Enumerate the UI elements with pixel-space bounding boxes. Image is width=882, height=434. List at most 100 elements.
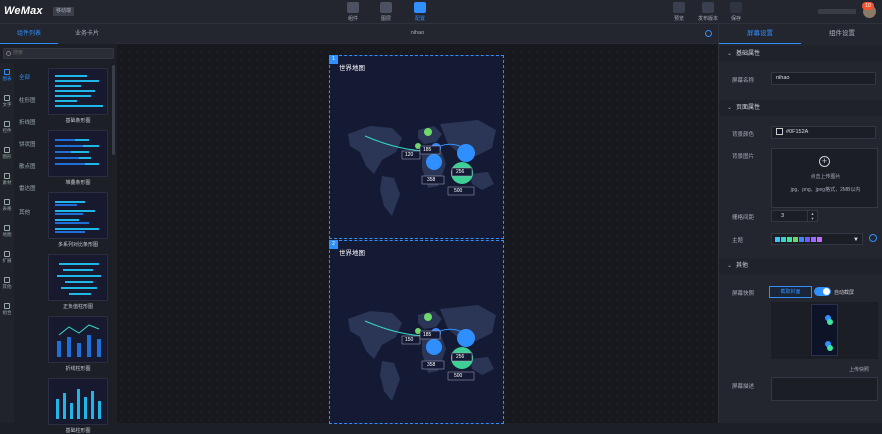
cover-thumbnail <box>825 315 833 351</box>
search-icon <box>6 51 11 56</box>
thumb-pos-neg-bar[interactable] <box>48 254 108 301</box>
thumb-pos-neg-bar-preview <box>57 263 101 295</box>
map-label: 185 <box>423 147 432 153</box>
screen-name-input[interactable]: nihao <box>771 72 876 85</box>
other-icon <box>4 277 10 283</box>
preview-button[interactable]: 预览 <box>668 0 690 24</box>
shape-icon <box>4 147 10 153</box>
top-bar: WeMax 移动端 组件 图层 配置 预览 发布版本 保存 10 <box>0 0 882 24</box>
cover-label: 屏幕快照 <box>732 291 755 297</box>
rail-item-control[interactable]: 控件 <box>0 121 14 134</box>
chart-icon <box>4 69 10 75</box>
rail-item-map[interactable]: 地图 <box>0 225 14 238</box>
toolbar-component-button[interactable]: 组件 <box>342 0 364 24</box>
stepper-down-icon[interactable]: ▼ <box>807 216 817 221</box>
thumb-label: 基础条形图 <box>65 118 91 124</box>
world-map <box>348 120 496 216</box>
cover-preview <box>811 304 838 356</box>
auto-capture-toggle[interactable] <box>814 287 831 296</box>
tab-component-list[interactable]: 组件列表 <box>0 24 58 44</box>
theme-label: 主题 <box>732 238 744 244</box>
category-scatter[interactable]: 散点图 <box>19 162 36 170</box>
rail-item-group[interactable]: 组合 <box>0 303 14 316</box>
bg-color-label: 背景颜色 <box>732 132 755 138</box>
thumb-multi-bar[interactable] <box>48 192 108 239</box>
rail-item-chart[interactable]: 图表 <box>0 69 14 82</box>
screen-description-input[interactable] <box>771 377 878 401</box>
map-label: 358 <box>427 362 436 368</box>
thumb-line-bar-preview <box>57 324 101 357</box>
search-input[interactable]: 搜索 <box>3 48 114 59</box>
rail-item-shape[interactable]: 图形 <box>0 147 14 160</box>
section-page[interactable]: ⌄ 页面属性 <box>719 100 882 116</box>
thumb-line-bar[interactable] <box>48 316 108 363</box>
thumb-label: 堆叠条形图 <box>65 180 91 186</box>
rail-item-other[interactable]: 其他 <box>0 277 14 290</box>
map-widget[interactable]: 1 世界地图 120 185 256 358 500 <box>329 55 504 239</box>
publish-button[interactable]: 发布版本 <box>695 0 721 24</box>
theme-color <box>811 237 816 242</box>
gear-icon[interactable] <box>869 234 877 242</box>
map-icon <box>4 225 10 231</box>
extend-icon <box>4 251 10 257</box>
eye-icon <box>673 2 685 13</box>
theme-color <box>787 237 792 242</box>
save-icon <box>730 2 742 13</box>
rail-item-media[interactable]: 素材 <box>0 173 14 186</box>
thumb-basic-column-preview <box>56 389 101 419</box>
bg-color-input[interactable]: #0F152A <box>771 126 876 139</box>
theme-select[interactable]: ▼ <box>771 233 863 245</box>
category-all[interactable]: 全部 <box>19 73 30 81</box>
theme-color <box>817 237 822 242</box>
map-widget[interactable]: 2 世界地图 150 185 256 358 500 <box>329 240 504 424</box>
upload-formats: jpg、png、jpeg格式，2MB以内 <box>790 187 861 193</box>
thumb-label: 正负值柱形图 <box>62 304 93 310</box>
category-rail: 图表 文字 控件 图形 素材 表格 地图 扩展 其他 组合 <box>0 63 14 423</box>
thumb-basic-bar-preview <box>55 75 103 107</box>
thumb-stacked-bar[interactable] <box>48 130 108 177</box>
upload-cover-link[interactable]: 上传快照 <box>849 366 869 373</box>
toolbar-settings-button[interactable]: 配置 <box>409 0 431 24</box>
notification-badge: 10 <box>862 2 874 10</box>
thumb-basic-bar[interactable] <box>48 68 108 115</box>
gear-icon[interactable] <box>705 30 712 37</box>
tab-business-cards[interactable]: 业务卡片 <box>58 24 116 44</box>
section-other[interactable]: ⌄ 其他 <box>719 258 882 274</box>
grid-label: 栅格间距 <box>732 215 755 221</box>
bg-image-label: 背景图片 <box>732 154 755 160</box>
chart-category-list: 全部 柱形图 折线图 饼状图 散点图 雷达图 其他 <box>14 63 46 423</box>
category-bar[interactable]: 柱形图 <box>19 96 36 104</box>
left-tabs: 组件列表 业务卡片 <box>0 24 117 44</box>
thumb-label: 多系列对比条形图 <box>57 242 98 248</box>
theme-color <box>805 237 810 242</box>
tab-component-settings[interactable]: 组件设置 <box>801 24 882 44</box>
bg-image-upload[interactable]: + 点击上传图片 jpg、png、jpeg格式，2MB以内 <box>771 148 878 208</box>
thumb-label: 折线柱形图 <box>65 366 91 372</box>
save-button[interactable]: 保存 <box>725 0 747 24</box>
category-line[interactable]: 折线图 <box>19 118 36 126</box>
theme-color <box>799 237 804 242</box>
thumb-stacked-bar-preview <box>55 139 99 165</box>
grid-stepper[interactable]: 3 ▲ ▼ <box>771 210 818 222</box>
caret-down-icon: ▼ <box>853 237 859 243</box>
section-basic[interactable]: ⌄ 基础属性 <box>719 46 882 62</box>
capture-cover-button[interactable]: 截取封面 <box>769 286 812 298</box>
color-swatch <box>776 128 783 136</box>
rail-item-text[interactable]: 文字 <box>0 95 14 108</box>
left-scrollbar[interactable] <box>112 65 115 155</box>
rail-item-extend[interactable]: 扩展 <box>0 251 14 264</box>
category-radar[interactable]: 雷达图 <box>19 184 36 192</box>
tab-screen-settings[interactable]: 屏幕设置 <box>719 24 801 44</box>
category-other[interactable]: 其他 <box>19 208 30 216</box>
layers-icon <box>380 2 392 13</box>
settings-icon <box>414 2 426 13</box>
chevron-down-icon: ⌄ <box>727 105 733 111</box>
component-icon <box>347 2 359 13</box>
category-pie[interactable]: 饼状图 <box>19 140 36 148</box>
thumb-basic-column[interactable] <box>48 378 108 425</box>
theme-color <box>775 237 780 242</box>
rail-item-table[interactable]: 表格 <box>0 199 14 212</box>
group-icon <box>4 303 10 309</box>
user-name[interactable] <box>818 9 856 14</box>
toolbar-layers-button[interactable]: 图层 <box>375 0 397 24</box>
